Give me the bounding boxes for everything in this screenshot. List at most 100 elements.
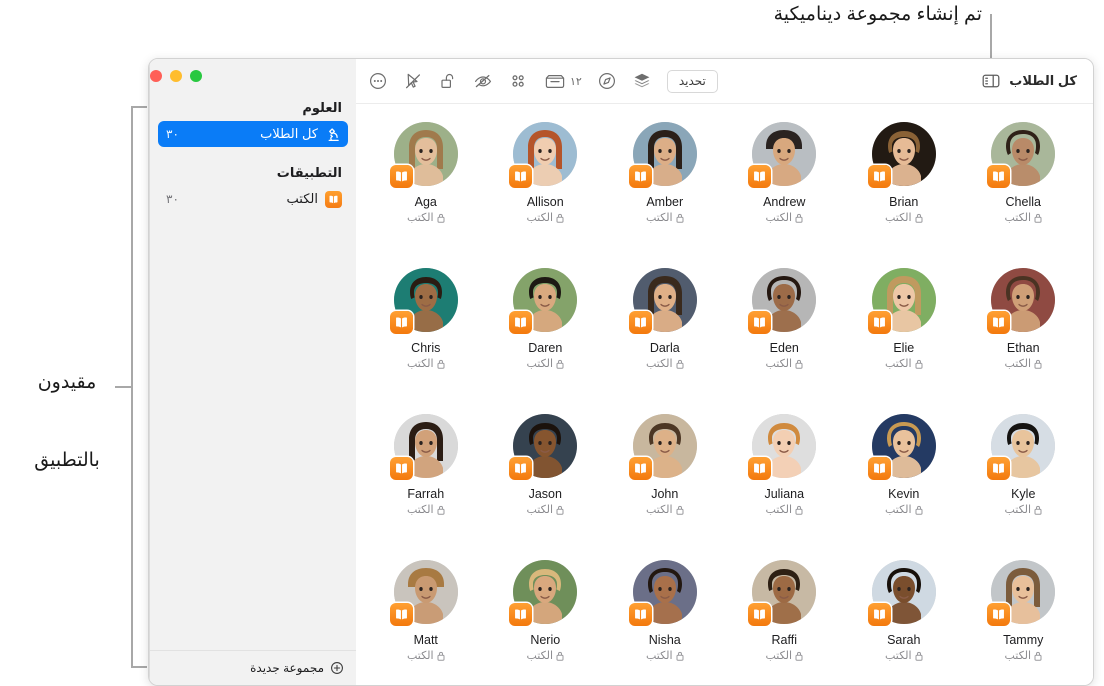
classroom-window: العلوم كل الطلاب ٣٠ التطبيقات الكتب ٣٠ م… xyxy=(148,58,1094,686)
student-app-status: الكتب xyxy=(407,357,445,370)
student-app-label: الكتب xyxy=(765,504,793,516)
avatar-wrapper xyxy=(628,268,697,334)
zoom-button[interactable] xyxy=(190,70,202,82)
lock-icon xyxy=(676,651,684,661)
inbox-tray-icon[interactable] xyxy=(543,71,567,91)
annotation-app-restricted: مقيدون بالتطبيق xyxy=(12,318,122,526)
student-name: Kyle xyxy=(1011,487,1036,501)
books-app-badge-icon xyxy=(389,457,413,480)
avatar-wrapper xyxy=(628,122,697,188)
sidebar-toggle-icon[interactable] xyxy=(981,71,1001,91)
student-card[interactable]: Nerio الكتب xyxy=(486,554,606,685)
student-card[interactable]: Ethan الكتب xyxy=(964,262,1084,408)
avatar-wrapper xyxy=(628,414,697,480)
student-app-label: الكتب xyxy=(884,504,912,516)
books-app-badge-icon xyxy=(867,603,891,626)
student-app-status: الكتب xyxy=(526,503,564,516)
student-card[interactable]: Allison الكتب xyxy=(486,116,606,262)
books-app-badge-icon xyxy=(987,457,1011,480)
student-card[interactable]: Amber الكتب xyxy=(605,116,725,262)
apps-grid-icon[interactable] xyxy=(508,71,528,91)
student-card[interactable]: John الكتب xyxy=(605,408,725,554)
books-app-badge-icon xyxy=(509,603,533,626)
student-card[interactable]: Eden الكتب xyxy=(725,262,845,408)
minimize-button[interactable] xyxy=(170,70,182,82)
toolbar-actions: ١٢ تحديد xyxy=(368,69,724,93)
student-card[interactable]: Brian الكتب xyxy=(844,116,964,262)
student-name: Matt xyxy=(413,633,438,647)
student-app-status: الكتب xyxy=(646,503,684,516)
student-app-label: الكتب xyxy=(765,650,793,662)
lock-icon xyxy=(437,359,445,369)
student-card[interactable]: Farrah الكتب xyxy=(366,408,486,554)
hide-screen-icon[interactable] xyxy=(473,71,493,91)
avatar-wrapper xyxy=(509,268,578,334)
avatar-wrapper xyxy=(867,268,936,334)
new-group-button[interactable]: مجموعة جديدة xyxy=(150,650,356,685)
close-button[interactable] xyxy=(150,70,162,82)
student-app-label: الكتب xyxy=(645,504,673,516)
books-app-badge-icon xyxy=(509,165,533,188)
student-card[interactable]: Chella الكتب xyxy=(964,116,1084,262)
student-name: Kevin xyxy=(888,487,920,501)
avatar-wrapper xyxy=(509,560,578,626)
student-card[interactable]: Chris الكتب xyxy=(366,262,486,408)
student-app-status: الكتب xyxy=(765,357,803,370)
student-app-status: الكتب xyxy=(1004,649,1042,662)
sidebar-item-all-students-label: كل الطلاب xyxy=(260,126,318,141)
lock-icon xyxy=(1034,651,1042,661)
student-card[interactable]: Daren الكتب xyxy=(486,262,606,408)
student-app-status: الكتب xyxy=(765,649,803,662)
student-name: Andrew xyxy=(763,195,806,209)
main-panel: كل الطلاب ١٢ تحديد Chella الكتب Brian ال… xyxy=(356,59,1093,685)
student-app-status: الكتب xyxy=(407,649,445,662)
student-card[interactable]: Sarah الكتب xyxy=(844,554,964,685)
student-app-status: الكتب xyxy=(646,649,684,662)
unlock-icon[interactable] xyxy=(438,71,458,91)
lock-icon xyxy=(795,651,803,661)
layers-icon[interactable] xyxy=(632,71,652,91)
student-app-status: الكتب xyxy=(765,211,803,224)
student-card[interactable]: Jason الكتب xyxy=(486,408,606,554)
student-app-label: الكتب xyxy=(884,212,912,224)
student-card[interactable]: Kyle الكتب xyxy=(964,408,1084,554)
pointer-disabled-icon[interactable] xyxy=(403,71,423,91)
student-app-status: الكتب xyxy=(1004,211,1042,224)
student-name: Daren xyxy=(528,341,563,355)
avatar-wrapper xyxy=(389,414,458,480)
student-card[interactable]: Tammy الكتب xyxy=(964,554,1084,685)
student-app-status: الكتب xyxy=(885,211,923,224)
student-card[interactable]: Aga الكتب xyxy=(366,116,486,262)
more-options-icon[interactable] xyxy=(368,71,388,91)
student-app-label: الكتب xyxy=(406,650,434,662)
books-app-badge-icon xyxy=(867,457,891,480)
sidebar-item-all-students[interactable]: كل الطلاب ٣٠ xyxy=(158,121,348,147)
toolbar: كل الطلاب ١٢ تحديد xyxy=(356,59,1093,104)
books-app-badge-icon xyxy=(389,603,413,626)
student-app-status: الكتب xyxy=(646,211,684,224)
select-button[interactable]: تحديد xyxy=(666,69,718,93)
student-name: Aga xyxy=(414,195,437,209)
inbox-count-badge: ١٢ xyxy=(570,75,582,88)
sidebar-item-books[interactable]: الكتب ٣٠ xyxy=(158,186,348,212)
avatar-wrapper xyxy=(987,560,1056,626)
student-card[interactable]: Elie الكتب xyxy=(844,262,964,408)
lock-icon xyxy=(556,651,564,661)
inbox-tray-group[interactable]: ١٢ xyxy=(543,71,582,91)
books-app-badge-icon xyxy=(389,165,413,188)
student-card[interactable]: Kevin الكتب xyxy=(844,408,964,554)
student-name: John xyxy=(651,487,679,501)
safari-compass-icon[interactable] xyxy=(597,71,617,91)
student-card[interactable]: Nisha الكتب xyxy=(605,554,725,685)
lock-icon xyxy=(676,213,684,223)
student-card[interactable]: Darla الكتب xyxy=(605,262,725,408)
student-card[interactable]: Andrew الكتب xyxy=(725,116,845,262)
annotation-dynamic-group: تم إنشاء مجموعة ديناميكية xyxy=(773,4,982,25)
avatar-wrapper xyxy=(628,560,697,626)
student-card[interactable]: Matt الكتب xyxy=(366,554,486,685)
student-card[interactable]: Juliana الكتب xyxy=(725,408,845,554)
student-name: Ethan xyxy=(1006,341,1040,355)
student-app-label: الكتب xyxy=(526,650,554,662)
page-title: كل الطلاب xyxy=(1009,73,1077,88)
student-card[interactable]: Raffi الكتب xyxy=(725,554,845,685)
